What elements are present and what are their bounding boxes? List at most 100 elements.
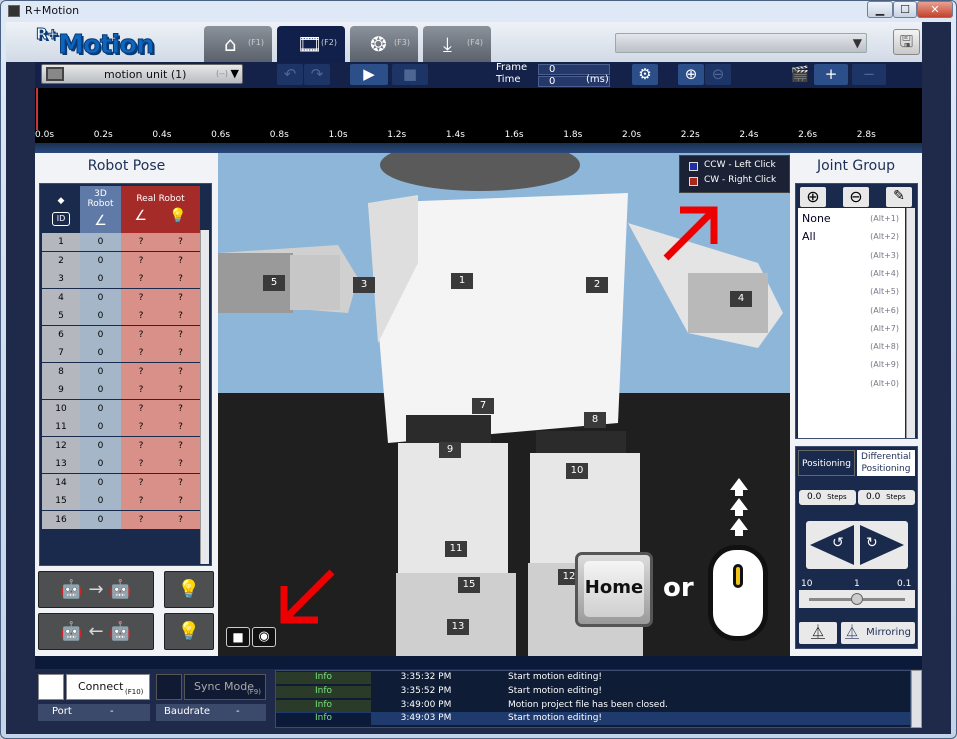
pose-3d-cell: 0 — [80, 251, 121, 270]
add-frame-button[interactable]: + — [814, 64, 848, 85]
pose-id-cell: 3 — [42, 270, 80, 288]
joint-badge[interactable]: 1 — [451, 273, 473, 289]
motion-unit-select[interactable]: motion unit (1) (--) ▼ — [41, 64, 243, 84]
slider-thumb[interactable] — [851, 593, 863, 605]
pose-3d-cell: 0 — [80, 344, 121, 362]
step-slider[interactable] — [799, 590, 915, 608]
led-off-button[interactable]: 💡 — [164, 613, 214, 650]
pose-id-cell: 10 — [42, 399, 80, 418]
gear-icon: ⚙ — [638, 65, 652, 83]
log-row[interactable]: Info 3:35:32 PM Start motion editing! — [276, 671, 910, 684]
settings-button[interactable]: ⚙ — [632, 64, 658, 85]
joint-badge[interactable]: 10 — [566, 463, 588, 479]
pose-real-led-cell: ? — [161, 381, 200, 399]
stop-button[interactable]: ■ — [392, 64, 428, 85]
3d-to-real-button[interactable]: 🤖 → 🤖 — [38, 571, 154, 608]
led-on-button[interactable]: 💡 — [164, 571, 214, 608]
play-icon: ▶ — [363, 65, 375, 83]
camera-button[interactable]: ■ — [226, 627, 250, 647]
mirror-icon: ⏅ — [845, 625, 859, 641]
cw-swatch — [689, 177, 698, 186]
rotate-cw-button[interactable]: ↻ — [860, 525, 904, 565]
tab-positioning[interactable]: Positioning — [798, 450, 855, 476]
tab-motion[interactable]: 🎞 (F2) — [277, 26, 345, 62]
joint-group-shortcut: (Alt+2) — [870, 232, 899, 242]
joint-badge[interactable]: 4 — [730, 291, 752, 307]
connect-button[interactable]: Connect (F10) — [66, 674, 150, 700]
pose-real-angle-cell: ? — [121, 436, 161, 455]
ruler-tick: 0.2s — [93, 130, 113, 140]
window-title: R+Motion — [25, 4, 80, 17]
joint-badge[interactable]: 2 — [586, 277, 608, 293]
port-field[interactable]: Port - — [38, 704, 150, 721]
mirroring-button[interactable]: ⏅ Mirroring — [841, 622, 915, 644]
pose-id-cell: 8 — [42, 362, 80, 381]
remove-frame-button[interactable]: − — [852, 64, 886, 85]
timeline[interactable] — [35, 88, 922, 130]
rotate-ccw-button[interactable]: ↺ — [810, 525, 854, 565]
pose-id-cell: 13 — [42, 455, 80, 473]
playhead[interactable] — [36, 88, 38, 130]
ruler-tick: 0.0s — [35, 130, 55, 140]
baudrate-field[interactable]: Baudrate - — [156, 704, 266, 721]
clapper-icon: 🎬 — [790, 65, 810, 83]
app-logo: R+Motion — [35, 25, 155, 61]
joint-badge[interactable]: 15 — [458, 577, 480, 593]
joint-group-title: Joint Group — [816, 158, 896, 174]
close-button[interactable]: ✕ — [917, 1, 953, 18]
joint-badge[interactable]: 7 — [472, 398, 494, 414]
redo-icon: ↷ — [310, 65, 324, 83]
pose-3d-cell: 0 — [80, 492, 121, 510]
pose-real-angle-cell: ? — [121, 288, 161, 307]
joint-badge[interactable]: 3 — [353, 277, 375, 293]
sync-mode-button[interactable]: Sync Mode (F9) — [184, 674, 266, 700]
joint-badge[interactable]: 11 — [445, 541, 467, 557]
joint-badge[interactable]: 8 — [584, 412, 606, 428]
tab-differential-positioning[interactable]: Differential Positioning — [857, 450, 915, 476]
undo-button[interactable]: ↶ — [277, 64, 303, 85]
pose-real-led-cell: ? — [161, 362, 200, 381]
pose-3d-cell: 0 — [80, 362, 121, 381]
project-combo[interactable]: ▼ — [615, 33, 867, 53]
log-panel: Info 3:35:32 PM Start motion editing! Info 3… — [275, 670, 911, 728]
redo-button[interactable]: ↷ — [304, 64, 330, 85]
zoom-out-button[interactable]: ⊖ — [705, 64, 731, 85]
step-field-2[interactable]: 0.0 Steps — [858, 490, 915, 505]
mouse-wheel-icon — [733, 564, 743, 588]
joint-group-item[interactable]: All — [802, 230, 816, 243]
step-field-1[interactable]: 0.0 Steps — [799, 490, 856, 505]
ruler-tick: 2.0s — [622, 130, 642, 140]
joint-group-item[interactable]: None — [802, 212, 831, 225]
joint-group-scrollbar[interactable] — [906, 208, 915, 438]
play-button[interactable]: ▶ — [350, 64, 388, 85]
joint-badge[interactable]: 9 — [439, 442, 461, 458]
edit-group-button[interactable]: ✎ — [886, 187, 912, 207]
reset-view-button[interactable]: ◉ — [252, 627, 276, 647]
save-button[interactable]: 🖫 — [893, 29, 920, 55]
zoom-in-button[interactable]: ⊕ — [678, 64, 704, 85]
log-row[interactable]: Info 3:35:52 PM Start motion editing! — [276, 685, 910, 698]
minimize-button[interactable]: ▁ — [867, 1, 893, 18]
pose-scrollbar[interactable] — [200, 230, 209, 564]
tab-download[interactable]: ⤓ (F4) — [423, 26, 491, 62]
joint-badge[interactable]: 13 — [447, 619, 469, 635]
log-row[interactable]: Info 3:49:00 PM Motion project file has be… — [276, 699, 910, 712]
pose-3d-cell: 0 — [80, 418, 121, 436]
maximize-button[interactable]: ☐ — [893, 1, 917, 18]
real-to-3d-button[interactable]: 🤖 ← 🤖 — [38, 613, 154, 650]
log-scrollbar[interactable] — [911, 670, 922, 728]
mirror-icon-button[interactable]: ⏅ — [799, 622, 837, 644]
joint-group-shortcut: (Alt+8) — [870, 342, 899, 352]
add-group-button[interactable]: ⊕ — [800, 187, 826, 207]
joint-badge[interactable]: 5 — [263, 275, 285, 291]
left-bar — [6, 88, 35, 655]
log-level: Info — [276, 685, 371, 698]
plus-circle-icon: ⊕ — [806, 187, 820, 206]
tab-home[interactable]: ⌂ (F1) — [204, 26, 272, 62]
remove-group-button[interactable]: ⊖ — [843, 187, 869, 207]
log-row[interactable]: Info 3:49:03 PM Start motion editing! — [276, 712, 910, 726]
film-icon: 🎞 — [297, 32, 323, 56]
app-icon — [8, 5, 20, 17]
tab-reel[interactable]: ❂ (F3) — [350, 26, 418, 62]
pose-3d-cell: 0 — [80, 381, 121, 399]
